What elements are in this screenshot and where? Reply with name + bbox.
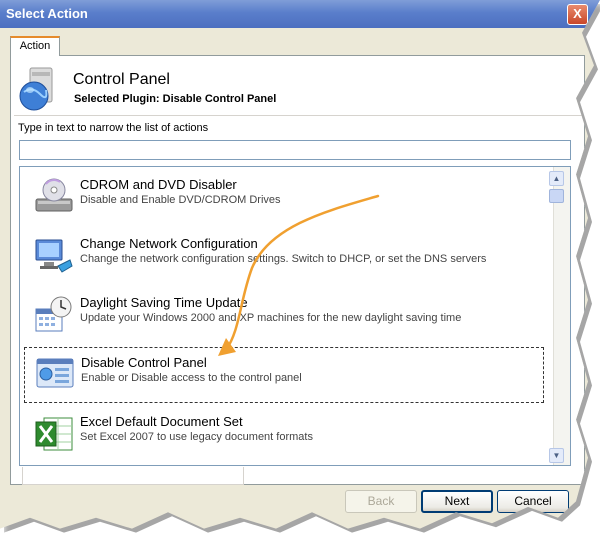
list-footer (22, 467, 244, 485)
back-button[interactable]: Back (345, 490, 417, 513)
scroll-thumb[interactable] (549, 189, 564, 203)
action-list[interactable]: ▲ ▼ CDROM and DVD Disabler Disable and E… (19, 166, 571, 466)
scroll-down-button[interactable]: ▼ (549, 448, 564, 463)
item-title: Change Network Configuration (80, 236, 258, 251)
window-title: Select Action (6, 6, 88, 21)
cdrom-drive-icon (35, 178, 73, 212)
item-title: CDROM and DVD Disabler (80, 177, 237, 192)
scroll-up-button[interactable]: ▲ (549, 171, 564, 186)
page-title: Control Panel (73, 71, 170, 88)
control-panel-globe-icon (19, 67, 53, 111)
network-computer-icon (35, 239, 73, 273)
item-description: Set Excel 2007 to use legacy document fo… (80, 431, 313, 443)
list-item[interactable]: Daylight Saving Time Update Update your … (24, 287, 544, 343)
selected-plugin-label: Selected Plugin: Disable Control Panel (74, 93, 277, 105)
item-title: Excel Default Document Set (80, 414, 243, 429)
item-description: Disable and Enable DVD/CDROM Drives (80, 194, 281, 206)
item-title: Disable Control Panel (81, 355, 207, 370)
excel-icon (35, 417, 73, 451)
item-title: Daylight Saving Time Update (80, 295, 248, 310)
tab-action[interactable]: Action (10, 36, 60, 56)
filter-label: Type in text to narrow the list of actio… (18, 122, 209, 134)
control-panel-icon (36, 358, 74, 388)
header-divider (14, 115, 582, 116)
dialog-body: Select Action X Action Control Panel Sel… (0, 0, 600, 529)
item-description: Change the network configuration setting… (80, 253, 487, 265)
next-button[interactable]: Next (421, 490, 493, 513)
list-item[interactable]: Change Network Configuration Change the … (24, 228, 544, 284)
item-description: Update your Windows 2000 and XP machines… (80, 312, 462, 324)
select-action-dialog: Select Action X Action Control Panel Sel… (0, 0, 600, 545)
list-scrollbar[interactable] (553, 167, 570, 465)
title-bar: Select Action (0, 0, 600, 28)
filter-input[interactable] (19, 140, 571, 160)
list-item[interactable]: Excel Default Document Set Set Excel 200… (24, 406, 544, 462)
calendar-clock-icon (35, 296, 72, 332)
item-description: Enable or Disable access to the control … (81, 372, 302, 384)
list-item[interactable]: CDROM and DVD Disabler Disable and Enabl… (24, 169, 544, 225)
close-button[interactable]: X (567, 4, 588, 25)
list-item-selected[interactable]: Disable Control Panel Enable or Disable … (24, 347, 544, 403)
